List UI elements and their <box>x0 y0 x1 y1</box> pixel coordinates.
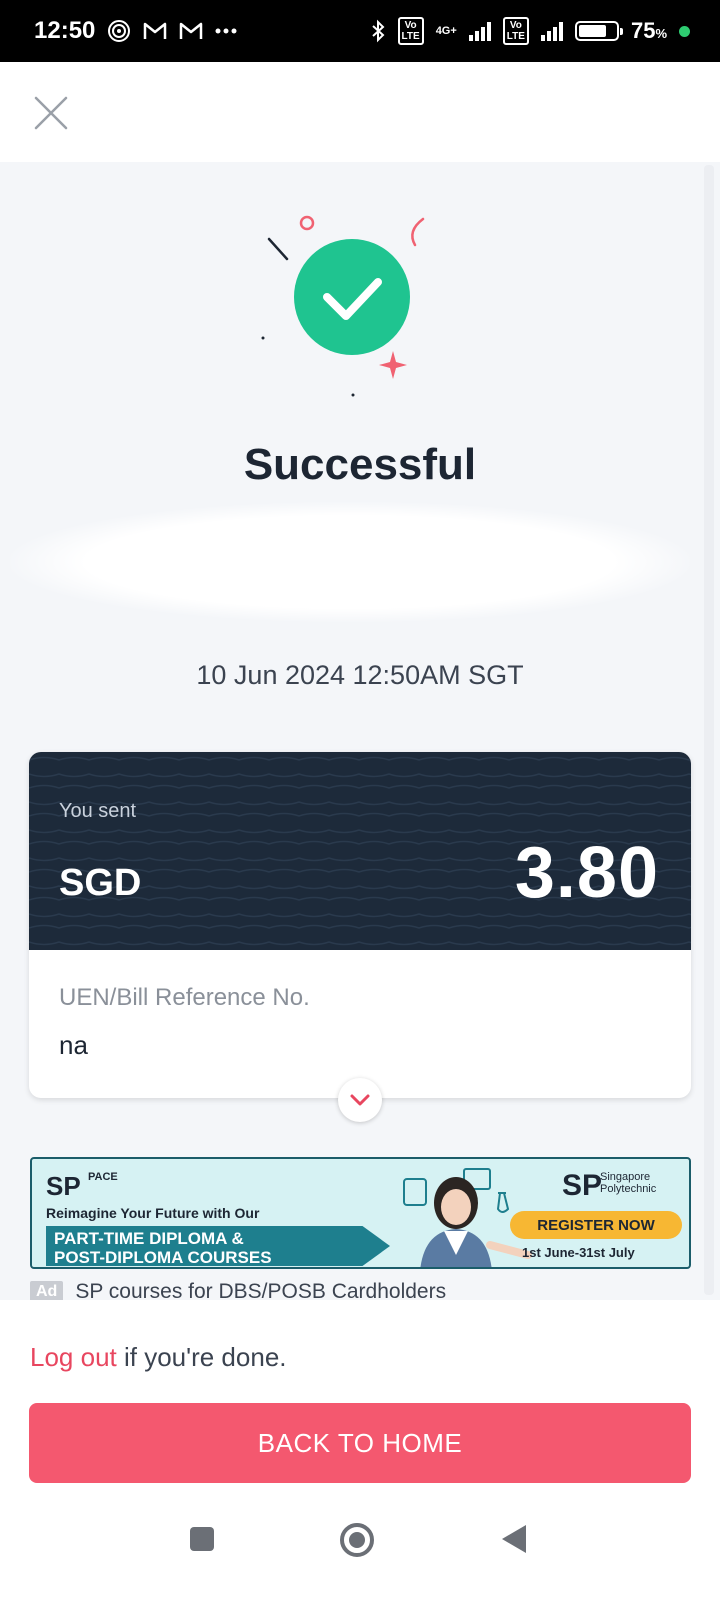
status-right: Vo LTE 4G+ Vo LTE 75% <box>370 17 690 45</box>
sp-logo: SP <box>562 1169 603 1202</box>
signal-strength-icon-2 <box>540 21 563 41</box>
sp-school-name: Singapore Polytechnic <box>600 1171 657 1195</box>
currency-code: SGD <box>59 862 142 904</box>
close-icon[interactable] <box>30 92 72 134</box>
redacted-area <box>10 502 690 622</box>
sp-pace-label: PACE <box>88 1171 118 1183</box>
back-to-home-button[interactable]: BACK TO HOME <box>29 1403 691 1483</box>
expand-details-button[interactable] <box>338 1078 382 1122</box>
back-nav-icon[interactable] <box>500 1523 528 1555</box>
success-check-icon <box>261 215 425 397</box>
network-type-label: 4G+ <box>435 25 457 37</box>
ad-course-line-1: PART-TIME DIPLOMA & <box>54 1229 244 1248</box>
gmail-icon <box>144 22 167 39</box>
battery-level-fill <box>578 25 606 37</box>
more-dots-icon <box>215 28 237 34</box>
ad-dates: 1st June-31st July <box>522 1245 635 1260</box>
privacy-indicator-dot <box>679 25 690 37</box>
ad-tagline: Reimagine Your Future with Our <box>46 1205 260 1221</box>
reference-value: na <box>59 1030 88 1060</box>
bluetooth-icon <box>371 19 384 43</box>
recent-apps-icon[interactable] <box>188 1525 216 1553</box>
chevron-down-icon <box>350 1094 370 1106</box>
page-title: Successful <box>243 440 477 489</box>
logout-suffix: if you're done. <box>123 1342 287 1372</box>
logout-link[interactable]: Log out <box>30 1342 117 1372</box>
sent-label: You sent <box>59 800 137 822</box>
ad-course-line-2: POST-DIPLOMA COURSES <box>54 1248 272 1267</box>
transaction-datetime: 10 Jun 2024 12:50AM SGT <box>196 660 524 690</box>
home-nav-icon[interactable] <box>338 1521 376 1559</box>
logout-prompt: Log out if you're done. <box>30 1342 287 1373</box>
reference-label: UEN/Bill Reference No. <box>59 984 310 1011</box>
sp-pace-logo: SP <box>46 1171 81 1201</box>
sent-amount: 3.80 <box>514 833 659 913</box>
amount-panel: You sent SGD 3.80 <box>29 752 691 950</box>
scrollbar[interactable] <box>704 165 714 1295</box>
volte-badge: Vo LTE <box>397 17 424 45</box>
transfer-summary-card: You sent SGD 3.80 UEN/Bill Reference No.… <box>29 752 691 1122</box>
target-icon <box>108 20 131 42</box>
volte-badge-2: Vo LTE <box>502 17 529 45</box>
status-bar: 12:50 Vo LTE 4G+ Vo LTE 75% <box>0 0 720 62</box>
status-time: 12:50 <box>34 17 96 44</box>
register-now-button[interactable]: REGISTER NOW <box>510 1211 682 1239</box>
battery-icon <box>574 21 623 41</box>
ad-banner[interactable]: SP PACE Reimagine Your Future with Our P… <box>30 1157 691 1269</box>
system-nav-bar <box>0 1485 720 1600</box>
battery-percent: 75% <box>630 18 667 43</box>
status-left: 12:50 <box>34 17 237 45</box>
gmail-icon <box>180 22 203 39</box>
signal-strength-icon <box>468 21 491 41</box>
bottom-actions: Log out if you're done. BACK TO HOME <box>0 1300 720 1600</box>
top-bar <box>0 62 720 162</box>
